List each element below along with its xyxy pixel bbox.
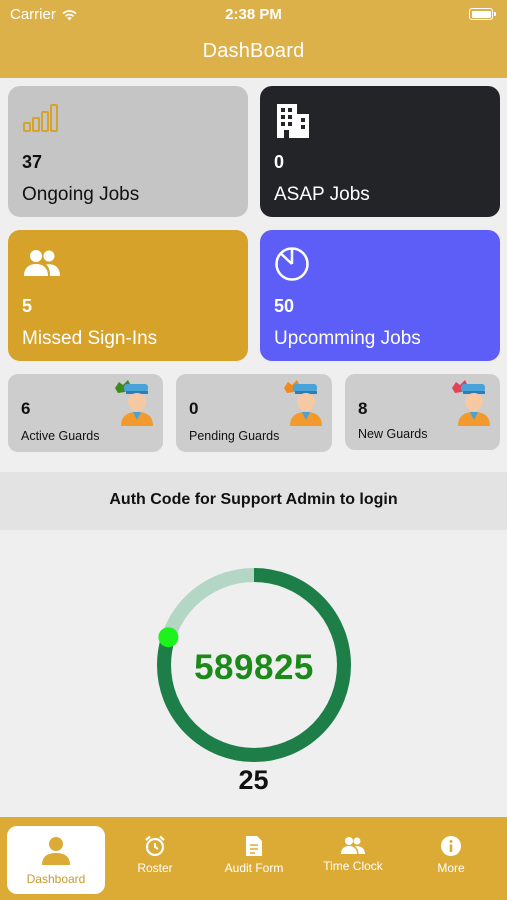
active-guards-count: 6 xyxy=(21,399,31,418)
status-time: 2:38 PM xyxy=(225,6,282,23)
ring-progress-dot xyxy=(158,627,179,648)
status-bar: Carrier 2:38 PM xyxy=(0,0,507,30)
auth-code-value: 589825 xyxy=(194,648,314,687)
active-guards-label: Active Guards xyxy=(21,429,100,443)
asap-jobs-label: ASAP Jobs xyxy=(274,184,370,205)
new-guards-card[interactable]: 8 New Guards xyxy=(345,374,500,450)
page-title: DashBoard xyxy=(202,40,305,62)
asap-jobs-count: 0 xyxy=(274,152,285,172)
document-icon xyxy=(246,836,262,856)
people-icon xyxy=(24,250,60,276)
missed-sign-ins-card[interactable]: 5 Missed Sign-Ins xyxy=(8,230,248,361)
pending-guards-label: Pending Guards xyxy=(189,429,280,443)
pending-guards-card[interactable]: 0 Pending Guards xyxy=(176,374,332,452)
active-guards-card[interactable]: 6 Active Guards xyxy=(8,374,163,452)
people-icon xyxy=(341,837,365,854)
missed-sign-ins-count: 5 xyxy=(22,296,33,316)
tab-bar: Dashboard Roster Audit Form Time Clock M… xyxy=(0,817,507,900)
tab-more-label: More xyxy=(437,861,465,875)
asap-jobs-card[interactable]: 0 ASAP Jobs xyxy=(260,86,500,217)
upcoming-jobs-card[interactable]: 50 Upcomming Jobs xyxy=(260,230,500,361)
tab-time-clock-label: Time Clock xyxy=(323,859,383,873)
new-guards-label: New Guards xyxy=(358,427,428,441)
info-icon xyxy=(441,836,461,856)
upcoming-jobs-count: 50 xyxy=(274,296,295,316)
tab-dashboard[interactable]: Dashboard xyxy=(7,826,105,894)
tab-roster-label: Roster xyxy=(137,861,173,875)
building-icon xyxy=(277,104,309,138)
tab-roster[interactable]: Roster xyxy=(106,825,204,891)
upcoming-jobs-label: Upcomming Jobs xyxy=(274,328,421,349)
guard-icon xyxy=(284,380,322,426)
alarm-clock-icon xyxy=(145,835,165,857)
countdown-seconds: 25 xyxy=(238,765,269,795)
tab-audit-form[interactable]: Audit Form xyxy=(205,825,303,891)
ongoing-jobs-count: 37 xyxy=(22,152,43,172)
auth-code-timer-ring: 589825 xyxy=(154,565,354,765)
battery-icon xyxy=(469,8,496,20)
tab-time-clock[interactable]: Time Clock xyxy=(304,825,402,891)
missed-sign-ins-label: Missed Sign-Ins xyxy=(22,328,158,349)
signal-bars-icon xyxy=(23,104,58,132)
pie-chart-icon xyxy=(275,247,309,281)
person-icon xyxy=(42,837,70,865)
ongoing-jobs-card[interactable]: 37 Ongoing Jobs xyxy=(8,86,248,217)
guard-icon xyxy=(115,380,153,426)
tab-more[interactable]: More xyxy=(402,825,500,891)
new-guards-count: 8 xyxy=(358,399,368,418)
tab-audit-form-label: Audit Form xyxy=(224,861,284,875)
auth-code-title: Auth Code for Support Admin to login xyxy=(0,472,507,530)
header-bar: Carrier 2:38 PM DashBoard xyxy=(0,0,507,78)
tab-dashboard-label: Dashboard xyxy=(26,872,86,886)
pending-guards-count: 0 xyxy=(189,399,199,418)
guard-icon xyxy=(452,380,490,426)
ongoing-jobs-label: Ongoing Jobs xyxy=(22,184,140,205)
